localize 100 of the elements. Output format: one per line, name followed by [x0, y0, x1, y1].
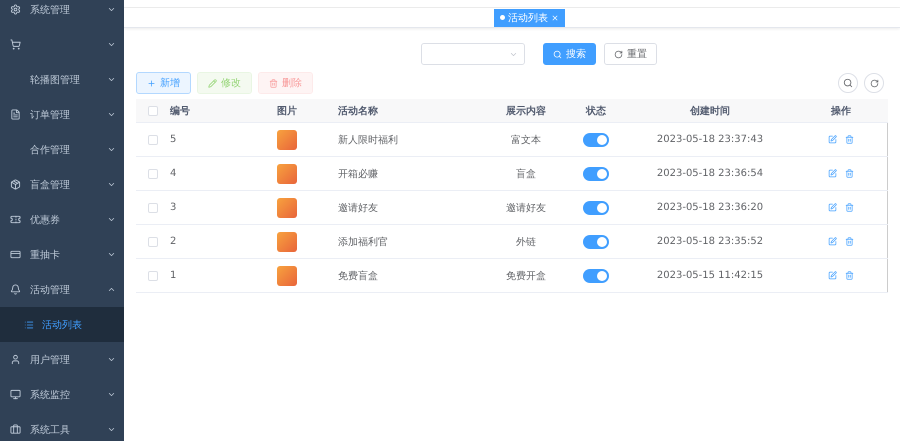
close-icon[interactable]: [551, 14, 559, 22]
refresh-button[interactable]: [864, 73, 884, 93]
delete-icon[interactable]: [845, 169, 854, 178]
pencil-icon: [208, 78, 217, 88]
checkbox[interactable]: [148, 202, 158, 212]
chevron-icon: [107, 355, 116, 364]
user-icon: [10, 354, 21, 365]
submenu-item[interactable]: 活动列表: [0, 307, 124, 342]
table-cell: 2023-05-18 23:36:54: [626, 157, 794, 191]
chevron-icon: [107, 40, 116, 49]
photo-placeholder: [277, 198, 297, 218]
edit-icon[interactable]: [828, 237, 837, 246]
select-field[interactable]: [421, 43, 525, 65]
column-header: 图片: [236, 99, 338, 123]
chevron-icon: [107, 250, 116, 259]
refresh-icon: [614, 50, 623, 58]
checkbox[interactable]: [148, 168, 158, 178]
chevron-icon: [107, 390, 116, 399]
column-header: 展示内容: [486, 99, 566, 123]
table-cell: 新人限时福利: [338, 123, 486, 157]
toggle-switch[interactable]: [583, 234, 609, 248]
monitor-icon: [10, 389, 21, 400]
table-cell: 3: [170, 191, 236, 225]
menu-item[interactable]: 订单管理: [0, 97, 124, 132]
toggle-switch[interactable]: [583, 268, 609, 282]
menu-item[interactable]: 系统管理: [0, 0, 124, 27]
column-header: 状态: [566, 99, 626, 123]
toggle-switch[interactable]: [583, 132, 609, 146]
column-header: 创建时间: [626, 99, 794, 123]
card-icon: [10, 249, 21, 260]
table-cell: 2023-05-18 23:36:20: [626, 191, 794, 225]
chevron-icon: [107, 215, 116, 224]
refresh-icon: [870, 78, 878, 88]
menu-item[interactable]: 活动管理: [0, 272, 124, 307]
table-cell: 外链: [486, 225, 566, 259]
edit-icon[interactable]: [828, 271, 837, 280]
menu-item[interactable]: 优惠券: [0, 202, 124, 237]
edit-icon[interactable]: [828, 203, 837, 212]
settings-icon: [10, 4, 21, 15]
search-icon: [553, 50, 562, 58]
column-header: 操作: [794, 99, 888, 123]
menu-item[interactable]: 合作管理: [0, 132, 124, 167]
column-header: 编号: [170, 99, 236, 123]
chevron-icon: [107, 285, 116, 294]
table-cell: 邀请好友: [338, 191, 486, 225]
table-cell: 盲盒: [486, 157, 566, 191]
bell-icon: [10, 284, 21, 295]
table-cell: 1: [170, 259, 236, 293]
chevron-icon: [107, 145, 116, 154]
menu-item[interactable]: 系统工具: [0, 412, 124, 441]
toggle-switch[interactable]: [583, 200, 609, 214]
menu-item[interactable]: 盲盒管理: [0, 167, 124, 202]
briefcase-icon: [10, 424, 21, 435]
checkbox[interactable]: [148, 236, 158, 246]
trash-icon: [269, 78, 278, 88]
table-cell: 免费盲盒: [338, 259, 486, 293]
table-cell: 2: [170, 225, 236, 259]
table-cell: 2023-05-15 11:42:15: [626, 259, 794, 293]
document-icon: [10, 109, 21, 120]
table-cell: 邀请好友: [486, 191, 566, 225]
table-cell: 添加福利官: [338, 225, 486, 259]
delete-icon[interactable]: [845, 271, 854, 280]
chevron-icon: [107, 5, 116, 14]
table-cell: 2023-05-18 23:37:43: [626, 123, 794, 157]
table-cell: 免费开盒: [486, 259, 566, 293]
plus-icon: [147, 78, 156, 88]
dot-icon: [500, 15, 505, 20]
delete-icon[interactable]: [845, 237, 854, 246]
toggle-switch[interactable]: [583, 166, 609, 180]
checkbox[interactable]: [148, 134, 158, 144]
reset-button[interactable]: 重置: [604, 43, 657, 65]
table-cell: 5: [170, 123, 236, 157]
chevron-icon: [107, 425, 116, 434]
photo-placeholder: [277, 266, 297, 286]
list-icon: [24, 320, 34, 330]
package-icon: [10, 179, 21, 190]
photo-placeholder: [277, 232, 297, 252]
chevron-icon: [107, 180, 116, 189]
chevron-icon: [107, 110, 116, 119]
delete-icon[interactable]: [845, 135, 854, 144]
cart-icon: [10, 39, 21, 50]
delete-icon[interactable]: [845, 203, 854, 212]
menu-item[interactable]: 系统监控: [0, 377, 124, 412]
menu-item[interactable]: 轮播图管理: [0, 62, 124, 97]
edit-icon[interactable]: [828, 135, 837, 144]
checkbox[interactable]: [148, 270, 158, 280]
table-cell: 开箱必赚: [338, 157, 486, 191]
checkbox[interactable]: [148, 106, 158, 116]
photo-placeholder: [277, 164, 297, 184]
edit-icon[interactable]: [828, 169, 837, 178]
menu-item[interactable]: 用户管理: [0, 342, 124, 377]
photo-placeholder: [277, 130, 297, 150]
table-cell: 2023-05-18 23:35:52: [626, 225, 794, 259]
chevron-icon: [107, 75, 116, 84]
menu-item[interactable]: 重抽卡: [0, 237, 124, 272]
search-icon: [843, 78, 853, 88]
ticket-icon: [10, 214, 21, 225]
search-button[interactable]: [838, 73, 858, 93]
table-cell: 4: [170, 157, 236, 191]
table-cell: 富文本: [486, 123, 566, 157]
